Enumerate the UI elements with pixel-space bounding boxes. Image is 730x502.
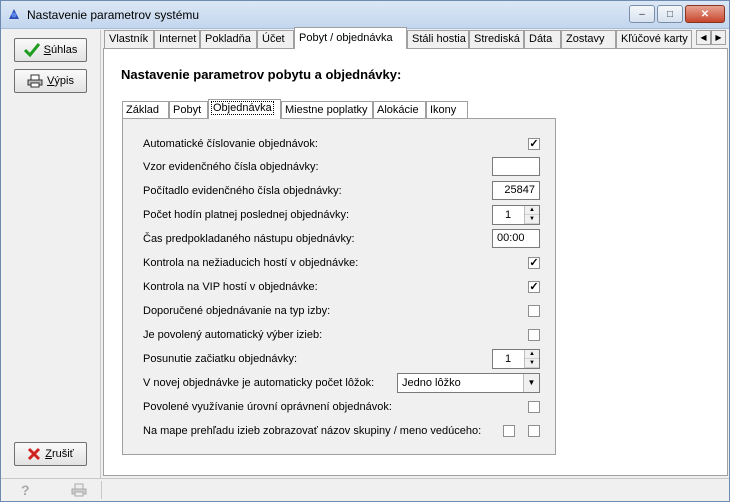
number-pattern-input[interactable] [492, 157, 540, 176]
sub-tabstrip: Základ Pobyt Objednávka Miestne poplatky… [122, 99, 582, 119]
ok-button-label: Súhlas [43, 44, 78, 56]
map-group-name-checkbox[interactable] [503, 425, 515, 437]
chevron-down-icon[interactable]: ▼ [523, 374, 539, 392]
order-settings-panel: Automatické číslovanie objednávok: ✓ Vzo… [122, 118, 556, 455]
minimize-button[interactable]: – [629, 5, 655, 23]
auto-numbering-label: Automatické číslovanie objednávok: [143, 138, 318, 150]
printer-icon [27, 74, 43, 88]
tab-internet[interactable]: Internet [154, 30, 200, 48]
tab-zostavy[interactable]: Zostavy [561, 30, 616, 48]
cancel-button-label: Zrušiť [45, 448, 74, 460]
app-icon [9, 9, 19, 19]
start-shift-label: Posunutie začiatku objednávky: [143, 353, 298, 365]
subtab-alokacie[interactable]: Alokácie [373, 101, 426, 118]
number-pattern-label: Vzor evidenčného čísla objednávky: [143, 161, 319, 173]
beds-count-select[interactable]: Jedno lôžko ▼ [397, 373, 540, 393]
printer-icon[interactable] [71, 483, 87, 497]
stepper-up-icon[interactable]: ▲ [525, 350, 539, 359]
print-button-label: Výpis [47, 75, 74, 87]
tab-pokladna[interactable]: Pokladňa [200, 30, 257, 48]
arrival-time-label: Čas predpokladaného nástupu objednávky: [143, 233, 355, 245]
subtab-pobyt[interactable]: Pobyt [169, 101, 208, 118]
tab-scroll-left-button[interactable]: ◀ [696, 30, 711, 45]
auto-room-select-label: Je povolený automatický výber izieb: [143, 329, 323, 341]
settings-window: Nastavenie parametrov systému – □ ✕ Súhl… [0, 0, 730, 502]
subtab-ikony[interactable]: Ikony [426, 101, 468, 118]
recommended-room-checkbox[interactable] [528, 305, 540, 317]
valid-hours-stepper[interactable]: 1 ▲ ▼ [492, 205, 540, 225]
valid-hours-value: 1 [505, 209, 512, 221]
title-bar[interactable]: Nastavenie parametrov systému – □ ✕ [1, 1, 729, 29]
window-title: Nastavenie parametrov systému [27, 8, 200, 22]
subtab-miestne-poplatky[interactable]: Miestne poplatky [281, 101, 373, 118]
beds-count-label: V novej objednávke je automaticky počet … [143, 377, 375, 389]
map-group-name-label: Na mape prehľadu izieb zobrazovať názov … [143, 425, 482, 437]
permission-levels-label: Povolené využívanie úrovní oprávnení obj… [143, 401, 392, 413]
map-leader-name-checkbox[interactable] [528, 425, 540, 437]
x-icon [28, 447, 41, 461]
status-bar: ? [1, 478, 729, 501]
left-panel: Súhlas Výpis Zrušiť [1, 30, 101, 478]
start-shift-arrows: ▲ ▼ [524, 350, 539, 368]
tab-klucove-karty[interactable]: Kľúčové karty [616, 30, 692, 48]
start-shift-stepper[interactable]: 1 ▲ ▼ [492, 349, 540, 369]
ok-button[interactable]: Súhlas [14, 38, 87, 62]
close-button[interactable]: ✕ [685, 5, 725, 23]
valid-hours-label: Počet hodín platnej poslednej objednávky… [143, 209, 350, 221]
status-segment [101, 481, 711, 499]
subtab-objednavka[interactable]: Objednávka [208, 99, 281, 119]
tab-data[interactable]: Dáta [524, 30, 561, 48]
vip-guests-label: Kontrola na VIP hostí v objednávke: [143, 281, 318, 293]
print-button[interactable]: Výpis [14, 69, 87, 93]
tab-scroll-right-button[interactable]: ▶ [711, 30, 726, 45]
start-shift-value: 1 [505, 353, 512, 365]
permission-levels-checkbox[interactable] [528, 401, 540, 413]
counter-input[interactable]: 25847 [492, 181, 540, 200]
tab-strediska[interactable]: Strediská [469, 30, 524, 48]
tab-vlastnik[interactable]: Vlastník [104, 30, 154, 48]
tab-content-panel: Nastavenie parametrov pobytu a objednávk… [103, 48, 728, 476]
help-icon[interactable]: ? [20, 483, 32, 497]
arrival-time-input[interactable]: 00:00 [492, 229, 540, 248]
beds-count-value: Jedno lôžko [402, 377, 461, 389]
vip-guests-checkbox[interactable]: ✓ [528, 281, 540, 293]
cancel-button[interactable]: Zrušiť [14, 442, 87, 466]
checkmark-icon [23, 43, 40, 57]
tab-ucet[interactable]: Účet [257, 30, 294, 48]
tab-pobyt-objednavka[interactable]: Pobyt / objednávka [294, 27, 407, 49]
stepper-up-icon[interactable]: ▲ [525, 206, 539, 215]
valid-hours-arrows: ▲ ▼ [524, 206, 539, 224]
tab-stali-hostia[interactable]: Stáli hostia [407, 30, 469, 48]
stepper-down-icon[interactable]: ▼ [525, 359, 539, 368]
auto-numbering-checkbox[interactable]: ✓ [528, 138, 540, 150]
auto-room-select-checkbox[interactable] [528, 329, 540, 341]
stepper-down-icon[interactable]: ▼ [525, 215, 539, 224]
subtab-objednavka-label: Objednávka [211, 101, 274, 115]
section-heading: Nastavenie parametrov pobytu a objednávk… [121, 67, 402, 82]
counter-label: Počítadlo evidenčného čísla objednávky: [143, 185, 342, 197]
svg-text:?: ? [21, 483, 30, 497]
unwanted-guests-checkbox[interactable]: ✓ [528, 257, 540, 269]
maximize-button[interactable]: □ [657, 5, 683, 23]
recommended-room-label: Doporučené objednávanie na typ izby: [143, 305, 331, 317]
subtab-zaklad[interactable]: Základ [122, 101, 169, 118]
unwanted-guests-label: Kontrola na nežiaducich hostí v objednáv… [143, 257, 359, 269]
main-tabstrip: Vlastník Internet Pokladňa Účet Pobyt / … [104, 27, 729, 49]
